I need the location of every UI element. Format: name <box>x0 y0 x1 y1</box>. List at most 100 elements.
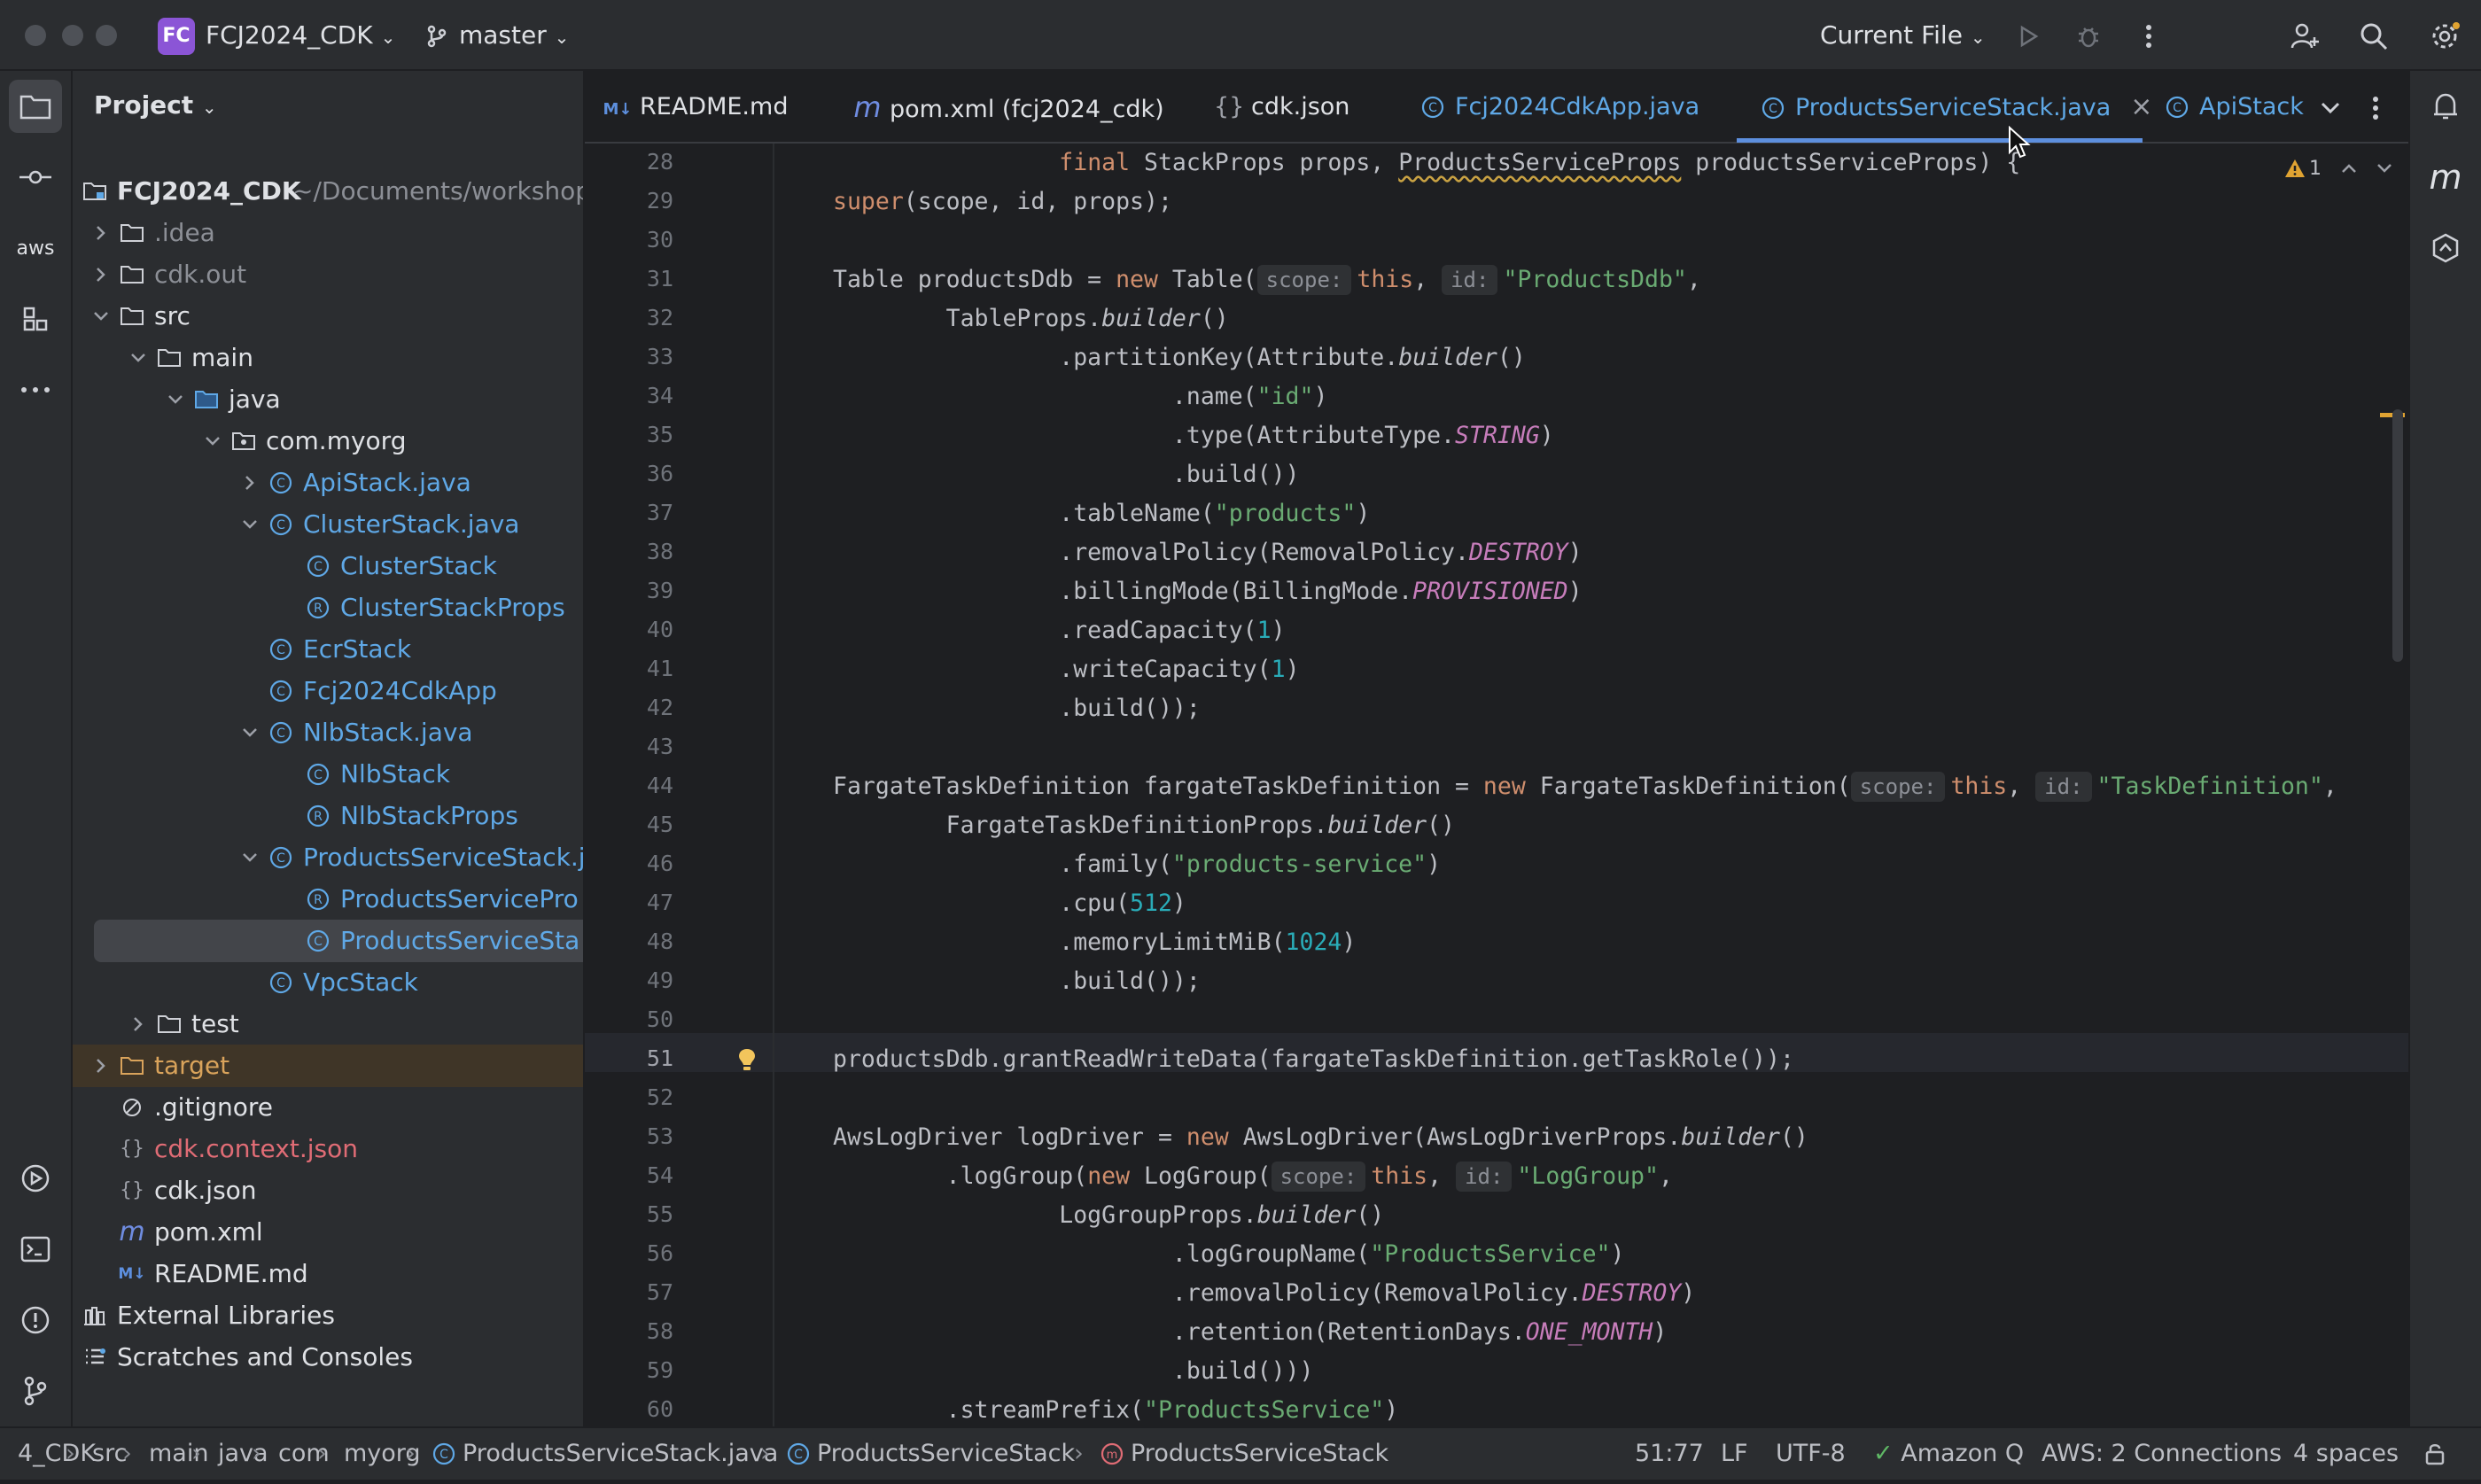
tab-list-chevron-icon[interactable] <box>2314 89 2346 128</box>
chevron-down-icon[interactable] <box>126 337 151 379</box>
settings-gear-icon[interactable] <box>2424 16 2465 57</box>
services-tool-button[interactable] <box>9 1152 62 1205</box>
run-config-selector[interactable]: Current File ⌄ <box>1820 19 1986 53</box>
aws-toolkit-button[interactable]: aws <box>9 221 62 275</box>
chevron-right-icon[interactable] <box>237 462 262 504</box>
tab-more-icon[interactable] <box>2362 89 2389 128</box>
tree-item[interactable]: {} cdk.context.json <box>73 1128 583 1170</box>
branch-selector[interactable]: master ⌄ <box>459 19 569 53</box>
chevron-right-icon[interactable] <box>73 1294 76 1337</box>
tree-item[interactable]: M↓ README.md <box>73 1253 583 1295</box>
chevron-down-icon[interactable] <box>89 295 113 338</box>
close-tab-icon[interactable]: × <box>2130 91 2152 122</box>
tree-item[interactable]: C Fcj2024CdkApp <box>73 670 583 712</box>
chevron-down-icon[interactable] <box>237 711 262 754</box>
line-number: 46 <box>646 851 673 876</box>
zoom-window-button[interactable] <box>96 25 117 46</box>
caret-position[interactable]: 51:77 <box>1635 1428 1704 1480</box>
project-panel-header[interactable]: Project ⌄ <box>94 90 217 120</box>
code-editor[interactable]: 28 29 30 31 32 33 34 35 36 37 38 39 40 41 42 43 44 45 46 47… <box>585 144 2408 1426</box>
breadcrumb-item[interactable]: C ProductsServiceStack <box>787 1428 1075 1480</box>
tree-item[interactable]: java <box>73 378 583 421</box>
problems-tool-button[interactable] <box>9 1294 62 1347</box>
editor-tab[interactable]: M↓ README.md <box>603 71 789 142</box>
breadcrumb-item[interactable]: m ProductsServiceStack <box>1101 1428 1388 1480</box>
amazon-q-status[interactable]: ✓ Amazon Q <box>1873 1428 2024 1480</box>
chevron-down-icon[interactable] <box>237 836 262 879</box>
tree-item[interactable]: src <box>73 295 583 338</box>
lock-icon[interactable] <box>2424 1428 2446 1480</box>
tree-item[interactable]: C NlbStack <box>73 753 583 796</box>
tree-item[interactable]: test <box>73 1003 583 1045</box>
project-tool-button[interactable] <box>9 80 62 133</box>
editor-tab[interactable]: {} cdk.json <box>1214 71 1349 142</box>
commit-tool-button[interactable] <box>9 151 62 204</box>
tree-item[interactable]: .gitignore <box>73 1086 583 1129</box>
tree-item[interactable]: R ProductsServicePro <box>73 878 583 921</box>
chevron-down-icon[interactable] <box>200 420 225 462</box>
chevron-right-icon[interactable] <box>89 1045 113 1087</box>
chevron-up-icon[interactable] <box>2341 163 2357 174</box>
notifications-button[interactable] <box>2419 80 2472 133</box>
chevron-right-icon[interactable] <box>73 1336 76 1379</box>
tree-item[interactable]: C ProductsServiceStack.j <box>73 836 583 879</box>
search-icon[interactable] <box>2353 16 2394 57</box>
git-tool-button[interactable] <box>9 1364 62 1418</box>
add-user-icon[interactable] <box>2284 16 2325 57</box>
breadcrumb-item[interactable]: 4_CDK <box>18 1428 96 1480</box>
chevron-down-icon[interactable] <box>73 170 76 213</box>
tree-item[interactable]: C VpcStack <box>73 961 583 1004</box>
chevron-right-icon[interactable] <box>89 253 113 296</box>
ai-assistant-button[interactable] <box>2419 221 2472 275</box>
tree-item[interactable]: R ClusterStackProps <box>73 587 583 629</box>
tree-item[interactable]: C ApiStack.java <box>73 462 583 504</box>
breadcrumb-item[interactable]: C ProductsServiceStack.java <box>432 1428 778 1480</box>
tree-item[interactable]: C EcrStack <box>73 628 583 671</box>
tree-item[interactable]: m pom.xml <box>73 1211 583 1254</box>
file-encoding[interactable]: UTF-8 <box>1776 1428 1846 1480</box>
more-tools-button[interactable] <box>9 363 62 416</box>
chevron-right-icon[interactable] <box>89 212 113 254</box>
tree-item[interactable]: com.myorg <box>73 420 583 462</box>
tree-item[interactable]: External Libraries <box>73 1294 583 1337</box>
chevron-right-icon[interactable] <box>126 1003 151 1045</box>
tree-item[interactable]: main <box>73 337 583 379</box>
close-window-button[interactable] <box>25 25 46 46</box>
indent-setting[interactable]: 4 spaces <box>2293 1428 2399 1480</box>
code-line-33: .partitionKey(Attribute.builder() <box>833 344 1526 371</box>
aws-connections[interactable]: AWS: 2 Connections <box>2042 1428 2282 1480</box>
editor-tab[interactable]: m pom.xml (fcj2024_cdk) <box>852 71 1163 142</box>
warning-count: 1 <box>2309 157 2322 180</box>
tree-item[interactable]: .idea <box>73 212 583 254</box>
tree-item[interactable]: target <box>73 1045 583 1087</box>
structure-tool-button[interactable] <box>9 292 62 346</box>
editor-tab[interactable]: C Fcj2024CdkApp.java <box>1418 71 1699 142</box>
project-badge[interactable]: FC <box>158 18 195 55</box>
tree-item[interactable]: Scratches and Consoles <box>73 1336 583 1379</box>
chevron-down-icon[interactable] <box>163 378 188 421</box>
editor-scrollbar[interactable] <box>2392 409 2403 662</box>
tree-item[interactable]: C ClusterStack <box>73 545 583 587</box>
more-actions-icon[interactable] <box>2128 16 2169 57</box>
line-separator[interactable]: LF <box>1721 1428 1748 1480</box>
debug-icon[interactable] <box>2068 16 2109 57</box>
minimize-window-button[interactable] <box>62 25 83 46</box>
chevron-down-icon[interactable] <box>2376 163 2392 174</box>
tree-item[interactable]: C ClusterStack.java <box>73 503 583 546</box>
tree-item[interactable]: FCJ2024_CDK ~/Documents/workshop <box>73 170 583 213</box>
terminal-tool-button[interactable] <box>9 1223 62 1276</box>
editor-tab[interactable]: C ApiStack <box>2162 71 2304 142</box>
tree-item[interactable]: C ProductsServiceSta <box>94 920 583 962</box>
json-icon: {} <box>120 1179 144 1201</box>
project-selector[interactable]: FCJ2024_CDK ⌄ <box>206 19 395 53</box>
run-icon[interactable] <box>2008 16 2049 57</box>
lightbulb-icon[interactable] <box>734 1040 760 1079</box>
inspection-widget[interactable]: 1 <box>2284 152 2392 184</box>
tree-item[interactable]: R NlbStackProps <box>73 795 583 837</box>
chevron-down-icon[interactable] <box>237 503 262 546</box>
tree-item[interactable]: cdk.out <box>73 253 583 296</box>
maven-tool-button[interactable]: m <box>2419 151 2472 204</box>
tree-item[interactable]: C NlbStack.java <box>73 711 583 754</box>
tree-item[interactable]: {} cdk.json <box>73 1169 583 1212</box>
editor-tab[interactable]: C ProductsServiceStack.java × <box>1758 71 2152 142</box>
